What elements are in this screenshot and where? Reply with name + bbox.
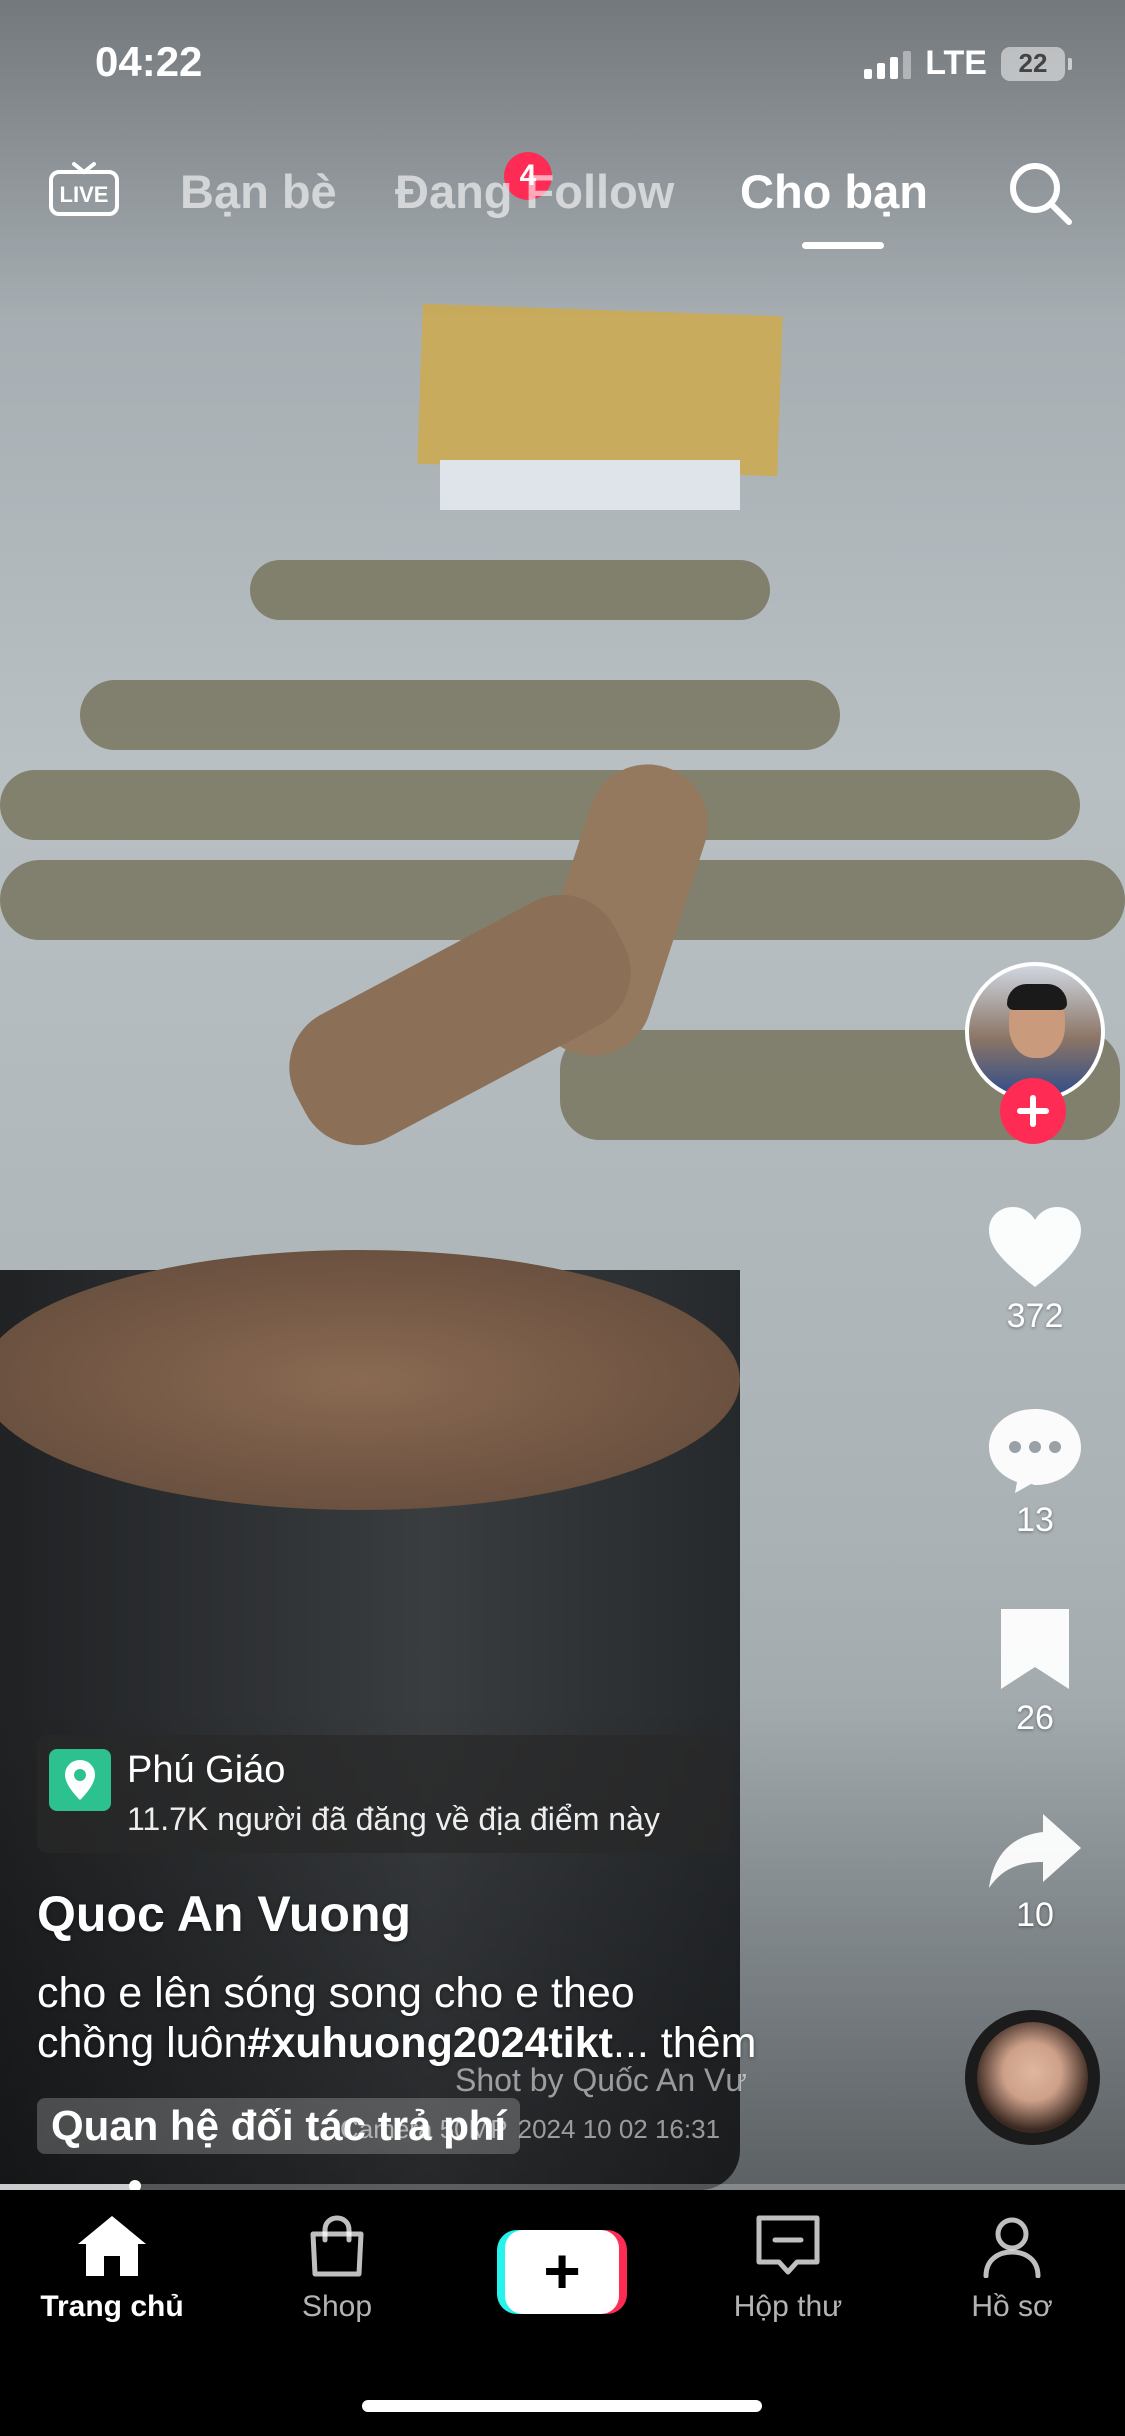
bonsai-foliage <box>0 770 1080 840</box>
caption-line-2: chồng luôn#xuhuong2024tikt... thêm <box>37 2018 837 2068</box>
share-button[interactable]: 10 <box>980 1810 1090 1935</box>
search-icon[interactable] <box>1005 158 1075 228</box>
live-label: LIVE <box>60 182 109 207</box>
status-bar: 04:22 LTE 22 <box>0 38 1125 88</box>
watermark-date: 2024 10 02 16:31 <box>517 2114 721 2144</box>
heart-icon <box>989 1207 1081 1287</box>
home-icon <box>78 2216 146 2276</box>
bonsai-foliage <box>80 680 840 750</box>
comment-count: 13 <box>1016 1501 1054 1539</box>
comment-icon <box>989 1409 1081 1493</box>
caption-hashtag[interactable]: #xuhuong2024tikt <box>247 2019 613 2067</box>
status-indicators: LTE 22 <box>864 44 1072 83</box>
caption-text: chồng luôn <box>37 2019 248 2067</box>
like-count: 372 <box>1006 1297 1064 1335</box>
live-icon[interactable]: LIVE <box>48 158 120 218</box>
location-name: Phú Giáo <box>127 1749 286 1791</box>
home-indicator <box>362 2400 762 2412</box>
nav-home-label: Trang chủ <box>40 2290 184 2323</box>
sound-avatar <box>977 2022 1088 2133</box>
share-icon <box>989 1814 1081 1888</box>
battery-icon: 22 <box>1001 46 1072 81</box>
share-count: 10 <box>1016 1896 1054 1934</box>
save-count: 26 <box>1016 1699 1054 1737</box>
shopping-bag-icon <box>310 2215 364 2277</box>
network-label: LTE <box>925 44 987 82</box>
location-chip[interactable]: Phú Giáo 11.7K người đã đăng về địa điểm… <box>37 1735 730 1853</box>
paid-partnership-label[interactable]: Quan hệ đối tác trả phí <box>37 2098 521 2154</box>
bookmark-icon <box>1001 1609 1069 1689</box>
comment-button[interactable]: 13 <box>980 1405 1090 1540</box>
tab-friends-label: Bạn bè <box>180 165 337 218</box>
create-button[interactable]: + <box>497 2230 627 2314</box>
tab-following[interactable]: Đang Follow <box>395 164 674 219</box>
signal-icon <box>864 49 912 79</box>
nav-shop[interactable]: Shop <box>247 2214 427 2324</box>
active-tab-indicator <box>802 242 884 249</box>
tab-friends[interactable]: Bạn bè 4 <box>180 152 552 219</box>
photo-watermark: Shot by Quốc An Vư <box>455 2062 747 2098</box>
top-navigation: LIVE Bạn bè 4 Đang Follow Cho bạn <box>0 150 1125 249</box>
inbox-icon <box>756 2215 820 2275</box>
caption-line-1: cho e lên sóng song cho e theo <box>37 1969 635 2017</box>
location-subtitle: 11.7K người đã đăng về địa điểm này <box>127 1801 660 1837</box>
bottom-navigation: Trang chủ Shop + Hộp thư Hồ sơ <box>0 2190 1125 2436</box>
nav-profile[interactable]: Hồ sơ <box>922 2214 1102 2324</box>
music-disc[interactable] <box>965 2010 1100 2145</box>
avatar-hair <box>1007 984 1067 1010</box>
save-button[interactable]: 26 <box>980 1605 1090 1738</box>
location-pin-icon <box>49 1749 111 1811</box>
nav-inbox-label: Hộp thư <box>733 2290 843 2323</box>
plus-icon: + <box>505 2230 619 2314</box>
wall-paper-note <box>417 303 783 477</box>
nav-inbox[interactable]: Hộp thư <box>698 2214 878 2324</box>
nav-profile-label: Hồ sơ <box>971 2290 1053 2323</box>
plus-icon <box>1017 1095 1049 1127</box>
nav-shop-label: Shop <box>301 2290 373 2323</box>
tab-for-you[interactable]: Cho bạn <box>740 164 928 219</box>
nav-home[interactable]: Trang chủ <box>22 2214 202 2324</box>
tab-for-you-label: Cho bạn <box>740 165 928 218</box>
status-time: 04:22 <box>95 38 203 85</box>
bonsai-foliage <box>250 560 770 620</box>
author-name[interactable]: Quoc An Vuong <box>37 1885 411 1943</box>
video-caption[interactable]: cho e lên sóng song cho e theo chồng luô… <box>37 1968 837 2068</box>
follow-button[interactable] <box>1000 1078 1066 1144</box>
tab-following-label: Đang Follow <box>395 165 675 218</box>
wall-paper-strip <box>440 460 740 510</box>
like-button[interactable]: 372 <box>980 1205 1090 1336</box>
caption-more-link[interactable]: ... thêm <box>613 2019 756 2067</box>
bonsai-soil <box>0 1250 740 1510</box>
profile-icon <box>983 2217 1041 2278</box>
video-player[interactable] <box>0 0 1125 2190</box>
